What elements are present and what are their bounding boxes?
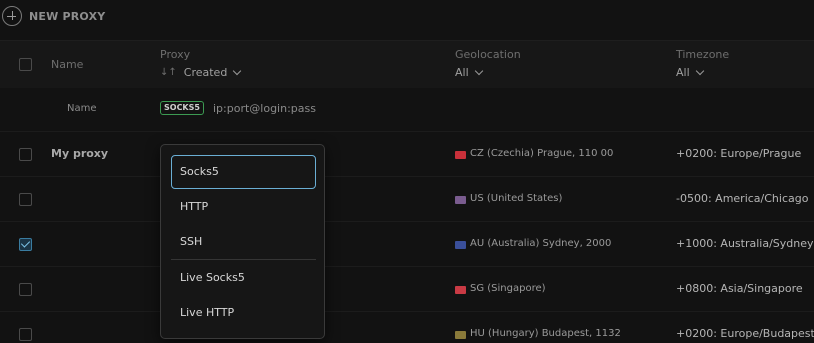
- table-row[interactable]: US (United States) -0500: America/Chicag…: [0, 177, 814, 222]
- table-header: Name Proxy ↓↑ Created Geolocation All Ti…: [0, 40, 814, 88]
- timezone-filter[interactable]: All: [676, 66, 704, 79]
- header-geolocation: Geolocation: [455, 48, 521, 61]
- geolocation-filter-value: All: [455, 66, 469, 79]
- sort-label: Created: [183, 66, 228, 79]
- header-proxy: Proxy: [160, 48, 191, 61]
- row-geolocation: CZ (Czechia) Prague, 110 00: [470, 148, 614, 159]
- table-row[interactable]: AU (Australia) Sydney, 2000 +1000: Austr…: [0, 222, 814, 267]
- proxy-address-input[interactable]: ip:port@login:pass: [213, 102, 316, 115]
- row-timezone: +0200: Europe/Prague: [676, 147, 802, 160]
- select-all-checkbox[interactable]: [19, 58, 32, 71]
- new-proxy-input-row: Name SOCKS5 ip:port@login:pass: [0, 88, 814, 132]
- plus-circle-icon: [2, 6, 22, 26]
- option-socks5[interactable]: Socks5: [171, 155, 316, 189]
- row-geolocation: AU (Australia) Sydney, 2000: [470, 238, 612, 249]
- option-live-http[interactable]: Live HTTP: [171, 296, 316, 330]
- new-proxy-label: NEW PROXY: [29, 9, 106, 23]
- table-row[interactable]: HU (Hungary) Budapest, 1132 +0200: Europ…: [0, 312, 814, 343]
- header-name: Name: [51, 58, 84, 71]
- row-geolocation: HU (Hungary) Budapest, 1132: [470, 328, 621, 339]
- option-live-socks5[interactable]: Live Socks5: [171, 261, 316, 295]
- flag-us-icon: [455, 196, 466, 204]
- flag-hu-icon: [455, 331, 466, 339]
- toolbar: NEW PROXY: [0, 0, 814, 40]
- row-timezone: +0800: Asia/Singapore: [676, 282, 803, 295]
- row-geolocation: US (United States): [470, 193, 563, 204]
- proxy-type-dropdown: Socks5 HTTP SSH Live Socks5 Live HTTP: [160, 144, 325, 339]
- row-checkbox[interactable]: [19, 328, 32, 341]
- new-proxy-button[interactable]: NEW PROXY: [2, 5, 105, 27]
- row-checkbox[interactable]: [19, 148, 32, 161]
- row-geolocation: SG (Singapore): [470, 283, 546, 294]
- flag-cz-icon: [455, 151, 466, 159]
- chevron-down-icon: [695, 66, 704, 75]
- option-http[interactable]: HTTP: [171, 190, 316, 224]
- row-checkbox[interactable]: [19, 283, 32, 296]
- row-timezone: +0200: Europe/Budapest: [676, 327, 814, 340]
- row-name: My proxy: [51, 147, 109, 160]
- header-timezone: Timezone: [676, 48, 730, 61]
- name-input[interactable]: Name: [67, 103, 97, 114]
- option-ssh[interactable]: SSH: [171, 225, 316, 259]
- table-row[interactable]: SG (Singapore) +0800: Asia/Singapore: [0, 267, 814, 312]
- timezone-filter-value: All: [676, 66, 690, 79]
- sort-dropdown[interactable]: ↓↑ Created: [160, 66, 242, 79]
- row-checkbox[interactable]: [19, 238, 32, 251]
- geolocation-filter[interactable]: All: [455, 66, 483, 79]
- flag-sg-icon: [455, 286, 466, 294]
- sort-arrows-icon: ↓↑: [160, 67, 177, 78]
- chevron-down-icon: [233, 66, 242, 75]
- chevron-down-icon: [474, 66, 483, 75]
- row-timezone: +1000: Australia/Sydney: [676, 237, 814, 250]
- dropdown-divider: [171, 259, 316, 260]
- row-timezone: -0500: America/Chicago: [676, 192, 809, 205]
- flag-au-icon: [455, 241, 466, 249]
- proxy-type-selector[interactable]: SOCKS5: [160, 101, 204, 115]
- table-row[interactable]: My proxy CZ (Czechia) Prague, 110 00 +02…: [0, 132, 814, 177]
- row-checkbox[interactable]: [19, 193, 32, 206]
